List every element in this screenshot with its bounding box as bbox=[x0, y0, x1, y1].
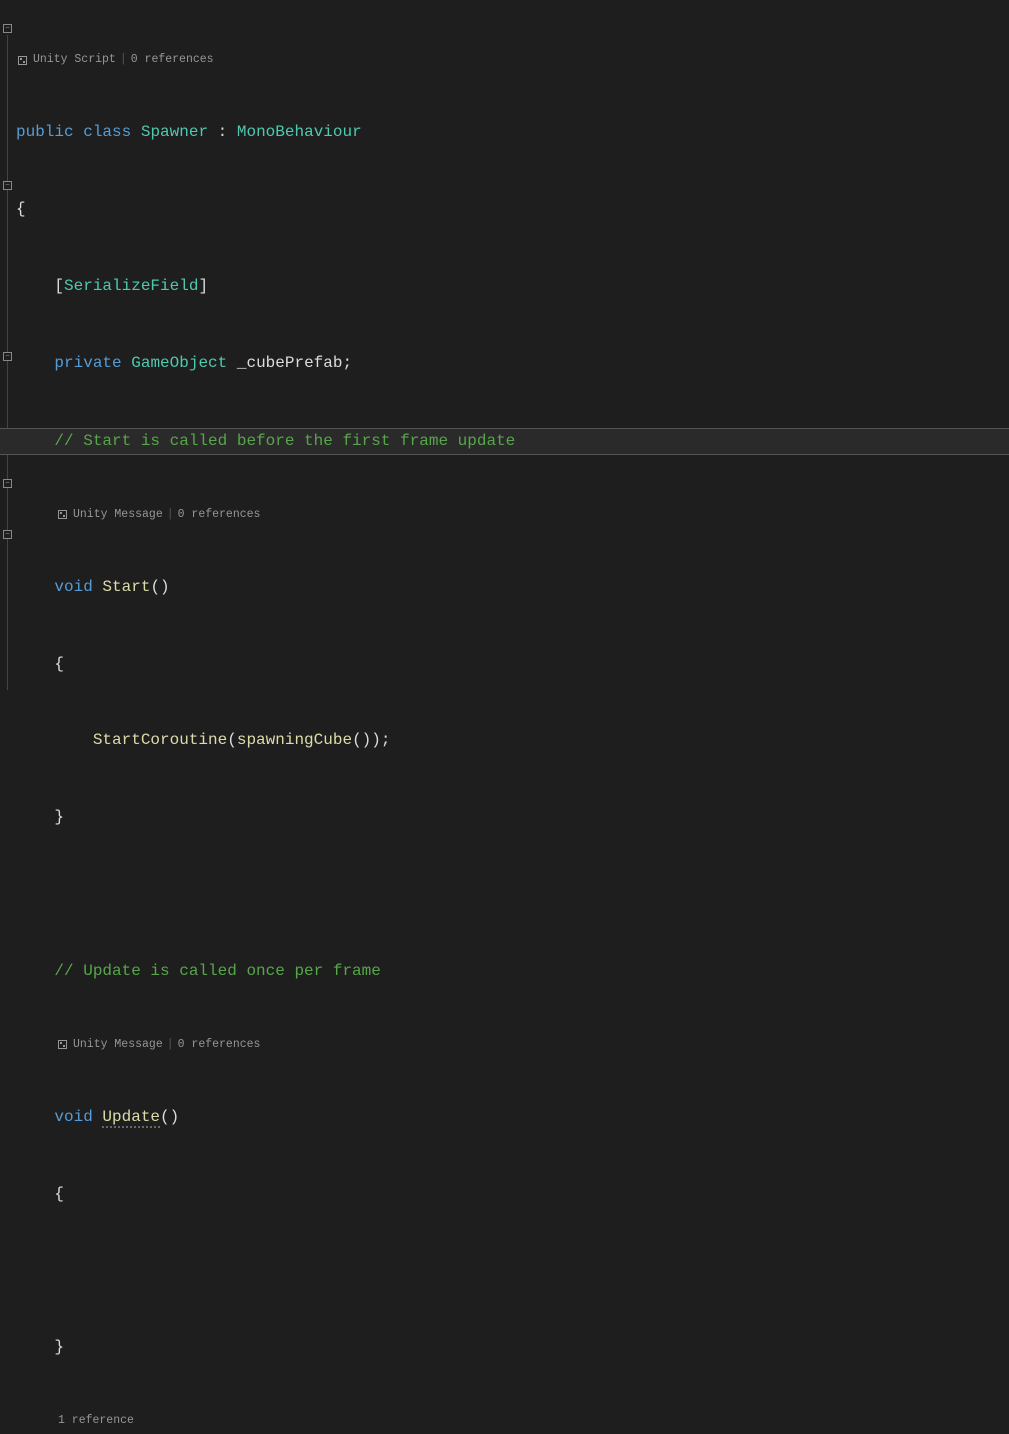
comment: // Start is called before the first fram… bbox=[54, 432, 515, 450]
brace-open: { bbox=[54, 655, 64, 673]
codelens-label: Unity Message bbox=[73, 1036, 163, 1054]
keyword-void: void bbox=[54, 1108, 92, 1126]
blank-line[interactable] bbox=[16, 1258, 1009, 1284]
keyword-public: public bbox=[16, 123, 74, 141]
brace-open: { bbox=[16, 200, 26, 218]
attribute: SerializeField bbox=[64, 277, 198, 295]
code-line[interactable]: public class Spawner : MonoBehaviour bbox=[16, 120, 1009, 146]
code-line[interactable]: { bbox=[16, 652, 1009, 678]
fold-toggle-start[interactable]: − bbox=[3, 181, 12, 190]
keyword-class: class bbox=[83, 123, 131, 141]
punctuation: ); bbox=[371, 731, 390, 749]
punctuation: () bbox=[150, 578, 169, 596]
codelens-refs[interactable]: 0 references bbox=[178, 1036, 261, 1054]
codelens-start[interactable]: Unity Message | 0 references bbox=[16, 506, 1009, 524]
codelens-separator: | bbox=[167, 1036, 174, 1054]
fold-toggle-update[interactable]: − bbox=[3, 352, 12, 361]
punctuation: : bbox=[208, 123, 237, 141]
punctuation: () bbox=[160, 1108, 179, 1126]
fold-toggle-spawning[interactable]: − bbox=[3, 479, 12, 488]
class-name: Spawner bbox=[141, 123, 208, 141]
code-editor[interactable]: Unity Script | 0 references public class… bbox=[16, 0, 1009, 1434]
codelens-separator: | bbox=[120, 51, 127, 69]
method-call: spawningCube bbox=[237, 731, 352, 749]
codelens-class[interactable]: Unity Script | 0 references bbox=[16, 51, 1009, 69]
code-line[interactable]: } bbox=[16, 805, 1009, 831]
code-line[interactable]: // Update is called once per frame bbox=[16, 959, 1009, 985]
fold-line bbox=[7, 35, 8, 690]
code-line[interactable]: [SerializeField] bbox=[16, 274, 1009, 300]
code-line[interactable]: { bbox=[16, 1182, 1009, 1208]
punctuation: ( bbox=[227, 731, 237, 749]
keyword-private: private bbox=[54, 354, 121, 372]
type-name: GameObject bbox=[131, 354, 227, 372]
message-icon bbox=[58, 510, 67, 519]
method-name: Update bbox=[102, 1108, 160, 1128]
bracket: [ bbox=[54, 277, 64, 295]
code-line[interactable]: void Start() bbox=[16, 575, 1009, 601]
method-call: StartCoroutine bbox=[93, 731, 227, 749]
codelens-label: Unity Script bbox=[33, 51, 116, 69]
blank-line[interactable] bbox=[16, 882, 1009, 908]
field-name: _cubePrefab bbox=[237, 354, 343, 372]
brace-open: { bbox=[54, 1185, 64, 1203]
brace-close: } bbox=[54, 808, 64, 826]
comment: // Update is called once per frame bbox=[54, 962, 380, 980]
code-line[interactable]: { bbox=[16, 197, 1009, 223]
code-line[interactable]: private GameObject _cubePrefab; bbox=[16, 351, 1009, 377]
fold-toggle-while[interactable]: − bbox=[3, 530, 12, 539]
codelens-update[interactable]: Unity Message | 0 references bbox=[16, 1036, 1009, 1054]
codelens-refs[interactable]: 1 reference bbox=[58, 1412, 134, 1430]
current-line[interactable]: // Start is called before the first fram… bbox=[0, 428, 1009, 455]
editor-gutter: − − − − − bbox=[0, 0, 16, 717]
unity-icon bbox=[18, 56, 27, 65]
message-icon bbox=[58, 1040, 67, 1049]
codelens-refs[interactable]: 0 references bbox=[131, 51, 214, 69]
code-line[interactable]: StartCoroutine(spawningCube()); bbox=[16, 728, 1009, 754]
codelens-separator: | bbox=[167, 506, 174, 524]
codelens-label: Unity Message bbox=[73, 506, 163, 524]
punctuation: () bbox=[352, 731, 371, 749]
codelens-spawning[interactable]: 1 reference bbox=[16, 1412, 1009, 1430]
code-line[interactable]: } bbox=[16, 1335, 1009, 1361]
punctuation: ; bbox=[342, 354, 352, 372]
keyword-void: void bbox=[54, 578, 92, 596]
codelens-refs[interactable]: 0 references bbox=[178, 506, 261, 524]
brace-close: } bbox=[54, 1338, 64, 1356]
base-class: MonoBehaviour bbox=[237, 123, 362, 141]
method-name: Start bbox=[102, 578, 150, 596]
bracket: ] bbox=[198, 277, 208, 295]
code-line[interactable]: void Update() bbox=[16, 1105, 1009, 1131]
fold-toggle-class[interactable]: − bbox=[3, 24, 12, 33]
